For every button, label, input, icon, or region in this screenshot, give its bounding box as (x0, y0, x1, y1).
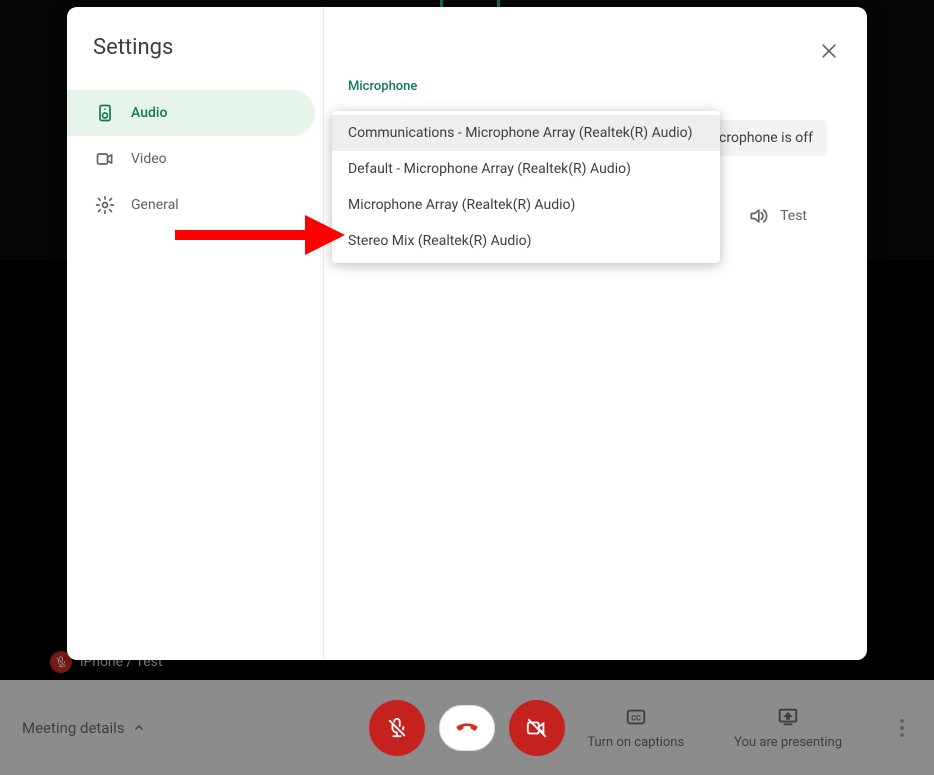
bottom-bar: Meeting details CC Turn on captions (0, 680, 934, 775)
mute-mic-button[interactable] (369, 700, 425, 756)
center-controls (369, 700, 565, 756)
microphone-dropdown[interactable]: Communications - Microphone Array (Realt… (332, 111, 720, 263)
present-icon (776, 705, 800, 729)
test-speaker-button[interactable]: Test (748, 206, 807, 226)
volume-icon (748, 206, 768, 226)
captions-button[interactable]: CC Turn on captions (587, 705, 684, 750)
hangup-button[interactable] (439, 705, 495, 751)
sidebar-item-video[interactable]: Video (67, 136, 315, 182)
captions-label: Turn on captions (587, 735, 684, 750)
more-options-button[interactable] (892, 711, 912, 745)
dot-icon (900, 726, 904, 730)
mic-off-icon (386, 717, 408, 739)
settings-sidebar: Settings Audio Video General (67, 7, 324, 660)
video-icon (95, 149, 115, 169)
presenting-button[interactable]: You are presenting (734, 705, 842, 750)
phone-hangup-icon (453, 714, 481, 742)
gear-icon (95, 195, 115, 215)
sidebar-item-label: General (131, 197, 179, 213)
settings-title: Settings (67, 35, 323, 90)
settings-content: Microphone (324, 7, 867, 660)
sidebar-item-label: Video (131, 151, 167, 167)
dot-icon (900, 733, 904, 737)
tooltip-text: icrophone is off (716, 130, 813, 146)
settings-modal: Settings Audio Video General Microphone (67, 7, 867, 660)
mic-off-tooltip: icrophone is off (702, 120, 827, 156)
close-button[interactable] (813, 35, 845, 67)
dropdown-option[interactable]: Default - Microphone Array (Realtek(R) A… (332, 151, 720, 187)
dropdown-option[interactable]: Microphone Array (Realtek(R) Audio) (332, 187, 720, 223)
test-label: Test (780, 208, 807, 224)
right-controls: CC Turn on captions You are presenting (587, 705, 912, 750)
sidebar-item-general[interactable]: General (67, 182, 315, 228)
captions-icon: CC (624, 705, 648, 729)
microphone-label: Microphone (348, 79, 843, 94)
dropdown-option[interactable]: Stereo Mix (Realtek(R) Audio) (332, 223, 720, 259)
dropdown-option[interactable]: Communications - Microphone Array (Realt… (332, 115, 720, 151)
presenting-label: You are presenting (734, 735, 842, 750)
app-root: iPhone / Test Meeting details CC T (0, 0, 934, 775)
sidebar-item-label: Audio (131, 105, 167, 121)
camera-off-icon (526, 717, 548, 739)
speaker-icon (95, 103, 115, 123)
camera-off-button[interactable] (509, 700, 565, 756)
meeting-details-label: Meeting details (22, 719, 125, 737)
svg-text:CC: CC (631, 714, 641, 723)
close-icon (819, 41, 839, 61)
sidebar-item-audio[interactable]: Audio (67, 90, 315, 136)
meeting-details-button[interactable]: Meeting details (22, 719, 147, 737)
chevron-up-icon (131, 720, 147, 736)
dot-icon (900, 719, 904, 723)
